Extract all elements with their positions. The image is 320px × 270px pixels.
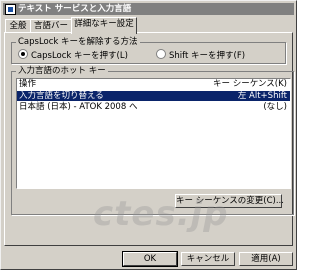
radio-unchecked-icon[interactable]	[156, 49, 166, 59]
hotkey-list[interactable]: 操作 キー シーケンス(K) 入力言語を切り替える 左 Alt+Shift 日本…	[16, 78, 291, 189]
window-title: テキスト サービスと入力言語	[18, 4, 132, 14]
hotkey-group-label: 入力言語のホット キー	[16, 66, 108, 76]
list-item-operation: 入力言語を切り替える	[19, 91, 104, 101]
title-bar[interactable]: テキスト サービスと入力言語	[3, 3, 294, 15]
capslock-radio-option[interactable]: CapsLock キーを押す(L)	[18, 49, 128, 61]
app-icon	[5, 4, 16, 15]
capslock-radio-label: CapsLock キーを押す(L)	[31, 51, 128, 61]
shift-radio-label: Shift キーを押す(F)	[169, 51, 246, 61]
apply-button[interactable]: 適用(A)	[239, 252, 293, 266]
column-header-operation[interactable]: 操作	[19, 79, 36, 89]
column-header-key-sequence[interactable]: キー シーケンス(K)	[213, 79, 287, 89]
capslock-group: CapsLock キーを解除する方法 CapsLock キーを押す(L) Shi…	[11, 37, 286, 64]
shift-radio-option[interactable]: Shift キーを押す(F)	[156, 49, 245, 61]
hotkey-group: 入力言語のホット キー 操作 キー シーケンス(K) 入力言語を切り替える 左 …	[11, 66, 294, 215]
tab-general[interactable]: 全般	[5, 19, 31, 33]
tab-advanced-key-settings[interactable]: 詳細なキー設定	[71, 17, 137, 34]
list-item-key-sequence: 左 Alt+Shift	[237, 91, 287, 101]
tab-language-bar[interactable]: 言語バー	[30, 19, 72, 33]
ok-button[interactable]: OK	[122, 251, 178, 267]
tab-panel: CapsLock キーを解除する方法 CapsLock キーを押す(L) Shi…	[4, 32, 294, 246]
radio-checked-icon[interactable]	[18, 49, 28, 59]
change-key-sequence-button[interactable]: キー シーケンスの変更(C)...	[175, 194, 284, 208]
dialog-window: テキスト サービスと入力言語 全般 言語バー 詳細なキー設定 CapsLock …	[0, 0, 297, 270]
list-item[interactable]: 入力言語を切り替える 左 Alt+Shift	[17, 91, 290, 101]
list-item-key-sequence: (なし)	[263, 102, 287, 112]
cancel-button[interactable]: キャンセル	[181, 252, 235, 266]
list-item-operation: 日本語 (日本) - ATOK 2008 へ	[19, 102, 138, 112]
list-header: 操作 キー シーケンス(K)	[17, 79, 290, 89]
list-item[interactable]: 日本語 (日本) - ATOK 2008 へ (なし)	[17, 102, 290, 112]
capslock-group-label: CapsLock キーを解除する方法	[16, 37, 140, 47]
